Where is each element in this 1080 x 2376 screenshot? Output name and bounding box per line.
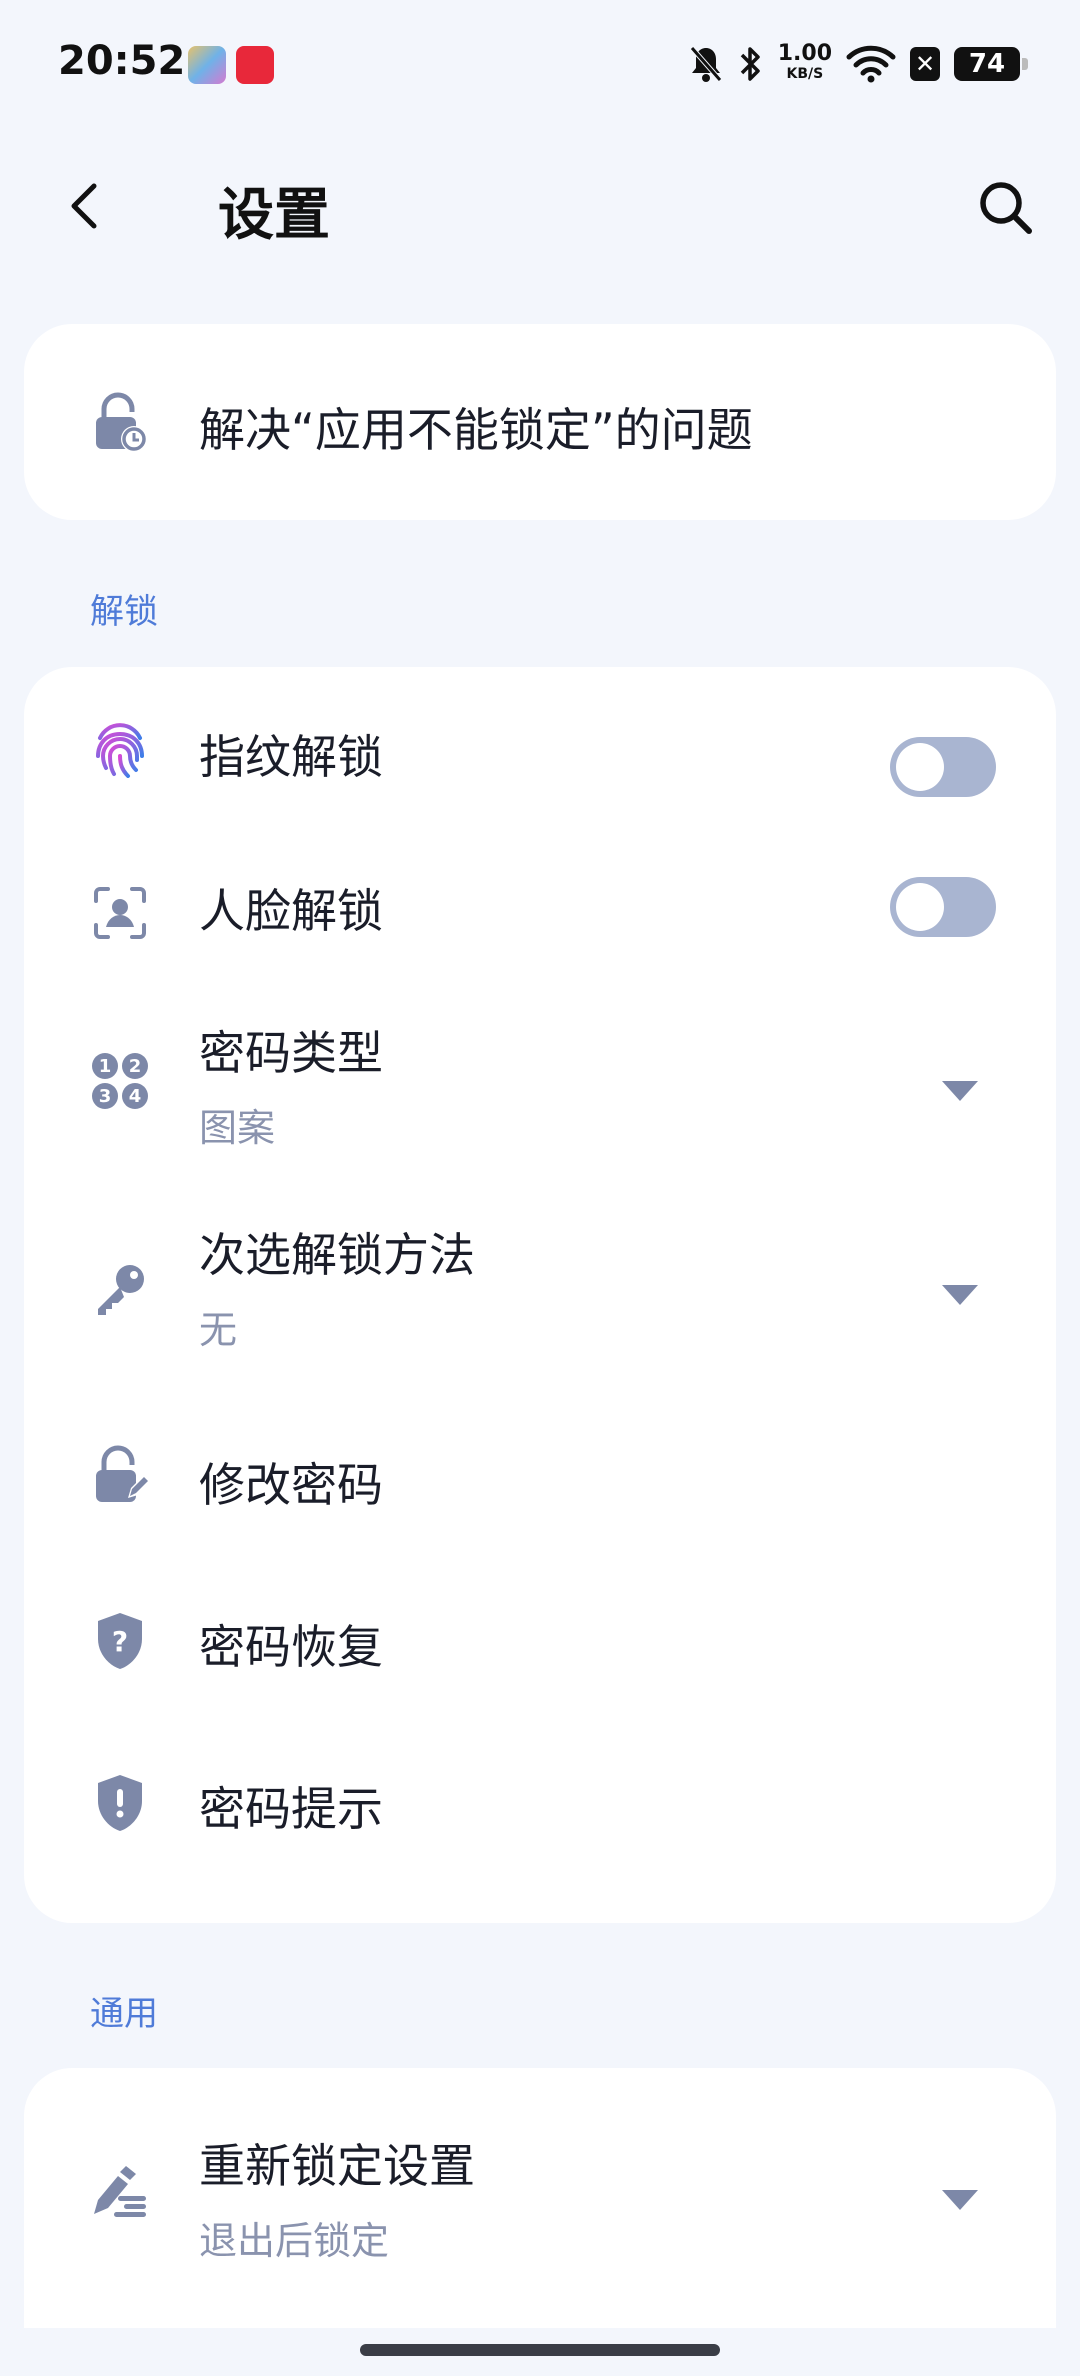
general-card: 重新锁定设置 退出后锁定 bbox=[24, 2068, 1056, 2328]
number-grid-icon: 12 34 bbox=[84, 1045, 156, 1117]
fix-lock-card: 解决“应用不能锁定”的问题 bbox=[24, 324, 1056, 520]
face-unlock-item[interactable]: 人脸解锁 bbox=[24, 827, 1056, 987]
battery-indicator: 74 bbox=[954, 47, 1028, 81]
mute-bell-icon bbox=[689, 46, 722, 82]
fingerprint-unlock-item[interactable]: 指纹解锁 bbox=[24, 667, 1056, 827]
face-toggle[interactable] bbox=[890, 877, 996, 937]
home-indicator[interactable] bbox=[360, 2344, 720, 2356]
face-unlock-label: 人脸解锁 bbox=[199, 884, 383, 938]
secondary-unlock-value: 无 bbox=[199, 1308, 238, 1352]
svg-text:3: 3 bbox=[99, 1086, 112, 1107]
bluetooth-icon bbox=[740, 47, 760, 81]
relock-settings-label: 重新锁定设置 bbox=[199, 2139, 475, 2193]
secondary-unlock-item[interactable]: 次选解锁方法 无 bbox=[24, 1193, 1056, 1399]
xiaohongshu-app-icon bbox=[236, 46, 274, 84]
lock-clock-icon bbox=[84, 386, 156, 458]
sim-disabled-icon: ✕ bbox=[910, 47, 940, 81]
section-header-general: 通用 bbox=[90, 1994, 158, 2034]
search-icon bbox=[980, 182, 1032, 234]
network-speed: 1.00 KB/S bbox=[777, 41, 832, 83]
status-bar: 20:52 1.00 KB/S ✕ 74 bbox=[0, 0, 1080, 128]
unlock-card: 指纹解锁 人脸解锁 1 2 3 4 密码类型 图案 次选解锁方法 无 修改密码 … bbox=[24, 667, 1056, 1923]
change-password-item[interactable]: 修改密码 bbox=[24, 1399, 1056, 1561]
status-indicators: 1.00 KB/S ✕ 74 bbox=[688, 40, 1028, 88]
password-type-value: 图案 bbox=[199, 1106, 276, 1150]
status-time: 20:52 bbox=[58, 38, 186, 84]
fingerprint-toggle[interactable] bbox=[890, 737, 996, 797]
chevron-down-icon bbox=[942, 1285, 978, 1305]
app-bar: 设置 bbox=[0, 150, 1080, 260]
password-hint-label: 密码提示 bbox=[199, 1782, 383, 1836]
wifi-icon bbox=[846, 45, 896, 83]
password-type-item[interactable]: 12 34 密码类型 图案 bbox=[24, 987, 1056, 1193]
chevron-down-icon bbox=[942, 1081, 978, 1101]
fingerprint-unlock-label: 指纹解锁 bbox=[199, 730, 383, 784]
section-header-unlock: 解锁 bbox=[90, 592, 158, 632]
shield-question-icon: ? bbox=[84, 1605, 156, 1677]
page-title: 设置 bbox=[218, 183, 330, 248]
back-arrow-icon bbox=[71, 183, 97, 229]
password-recovery-label: 密码恢复 bbox=[199, 1620, 383, 1674]
gallery-app-icon bbox=[188, 46, 226, 84]
password-type-label: 密码类型 bbox=[199, 1026, 383, 1080]
lock-edit-icon bbox=[84, 1439, 156, 1511]
svg-text:2: 2 bbox=[129, 1056, 142, 1077]
pen-list-icon bbox=[84, 2154, 156, 2226]
change-password-label: 修改密码 bbox=[199, 1458, 383, 1512]
relock-settings-value: 退出后锁定 bbox=[199, 2219, 390, 2263]
chevron-down-icon bbox=[942, 2190, 978, 2210]
back-button[interactable] bbox=[52, 174, 116, 238]
svg-text:?: ? bbox=[112, 1625, 128, 1658]
svg-text:4: 4 bbox=[129, 1086, 142, 1107]
password-recovery-item[interactable]: ? 密码恢复 bbox=[24, 1561, 1056, 1723]
relock-settings-item[interactable]: 重新锁定设置 退出后锁定 bbox=[24, 2068, 1056, 2308]
fingerprint-icon bbox=[84, 711, 156, 783]
search-button[interactable] bbox=[970, 172, 1040, 242]
face-id-icon bbox=[84, 877, 156, 949]
key-icon bbox=[84, 1253, 156, 1325]
shield-alert-icon bbox=[84, 1767, 156, 1839]
password-hint-item[interactable]: 密码提示 bbox=[24, 1723, 1056, 1885]
svg-text:1: 1 bbox=[99, 1056, 112, 1077]
fix-app-lock-label: 解决“应用不能锁定”的问题 bbox=[199, 403, 753, 457]
fix-app-lock-item[interactable]: 解决“应用不能锁定”的问题 bbox=[24, 324, 1056, 520]
secondary-unlock-label: 次选解锁方法 bbox=[199, 1228, 475, 1282]
